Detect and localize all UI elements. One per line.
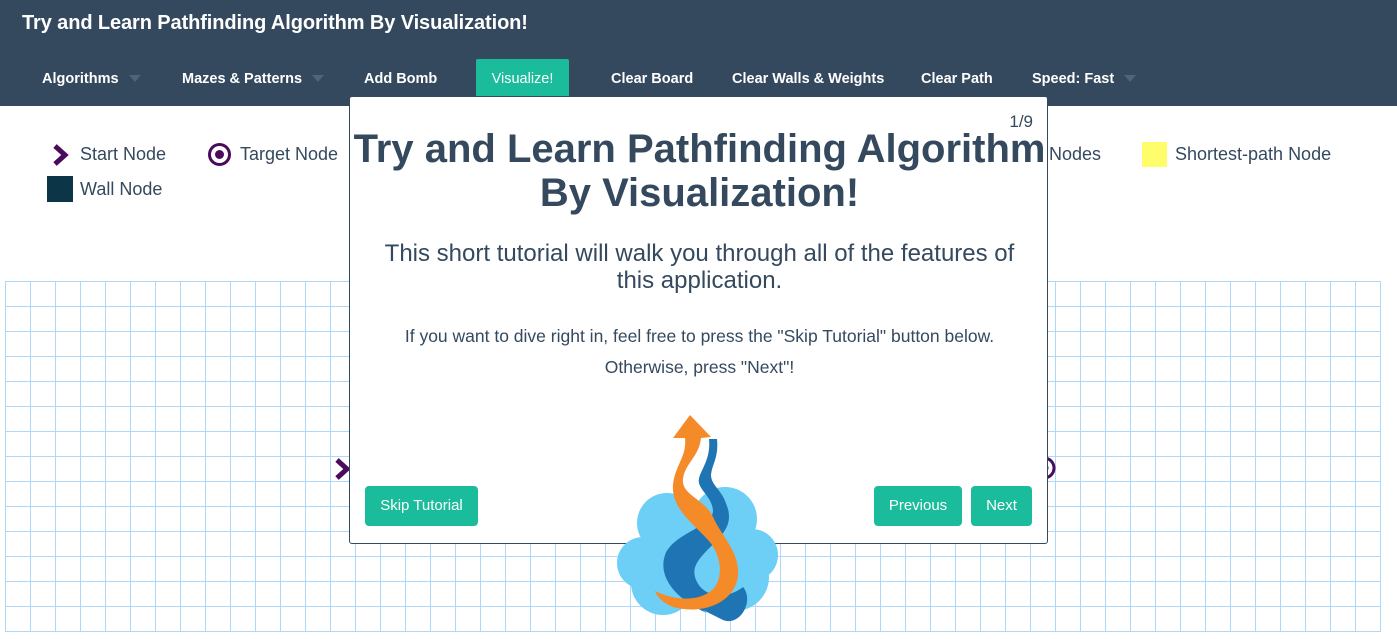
target-node-icon (208, 143, 231, 166)
tutorial-body-line2: Otherwise, press "Next"! (604, 357, 795, 377)
add-bomb-button[interactable]: Add Bomb (364, 59, 437, 99)
clear-walls-weights-button[interactable]: Clear Walls & Weights (732, 59, 884, 99)
legend-wall-node: Wall Node (80, 179, 163, 199)
shortest-path-swatch (1142, 142, 1167, 167)
legend-target-node: Target Node (240, 144, 339, 164)
start-node-icon (53, 144, 69, 166)
legend-start-node: Start Node (80, 144, 167, 164)
skip-tutorial-button[interactable]: Skip Tutorial (365, 486, 478, 526)
caret-down-icon (1124, 74, 1137, 82)
mazes-label: Mazes & Patterns (182, 71, 303, 87)
tutorial-title: Try and Learn Pathfinding Algorithm By V… (350, 127, 1049, 215)
tutorial-body: If you want to dive right in, feel free … (370, 321, 1029, 383)
tutorial-title-line2: By Visualization! (539, 171, 860, 215)
tutorial-title-line1: Try and Learn Pathfinding Algorithm (353, 127, 1046, 171)
caret-down-icon (312, 74, 325, 82)
visualize-button[interactable]: Visualize! (476, 59, 569, 99)
clear-path-button[interactable]: Clear Path (921, 59, 993, 99)
clear-board-button[interactable]: Clear Board (611, 59, 693, 99)
next-button[interactable]: Next (971, 486, 1032, 526)
wall-node-swatch (47, 176, 73, 202)
mazes-dropdown[interactable]: Mazes & Patterns (182, 59, 325, 99)
legend-shortest-path-node: Shortest-path Node (1175, 144, 1332, 164)
legend-nodes: Nodes (1049, 144, 1102, 164)
speed-label: Speed: Fast (1032, 71, 1115, 87)
algorithms-label: Algorithms (42, 71, 119, 87)
app-logo-icon (617, 413, 778, 622)
speed-dropdown[interactable]: Speed: Fast (1032, 59, 1137, 99)
tutorial-body-line1: If you want to dive right in, feel free … (404, 326, 995, 346)
tutorial-subtitle: This short tutorial will walk you throug… (384, 240, 1015, 294)
previous-button[interactable]: Previous (874, 486, 962, 526)
navbar: Try and Learn Pathfinding Algorithm By V… (0, 0, 1397, 106)
caret-down-icon (128, 74, 141, 82)
app-title[interactable]: Try and Learn Pathfinding Algorithm By V… (22, 12, 528, 35)
algorithms-dropdown[interactable]: Algorithms (42, 59, 141, 99)
